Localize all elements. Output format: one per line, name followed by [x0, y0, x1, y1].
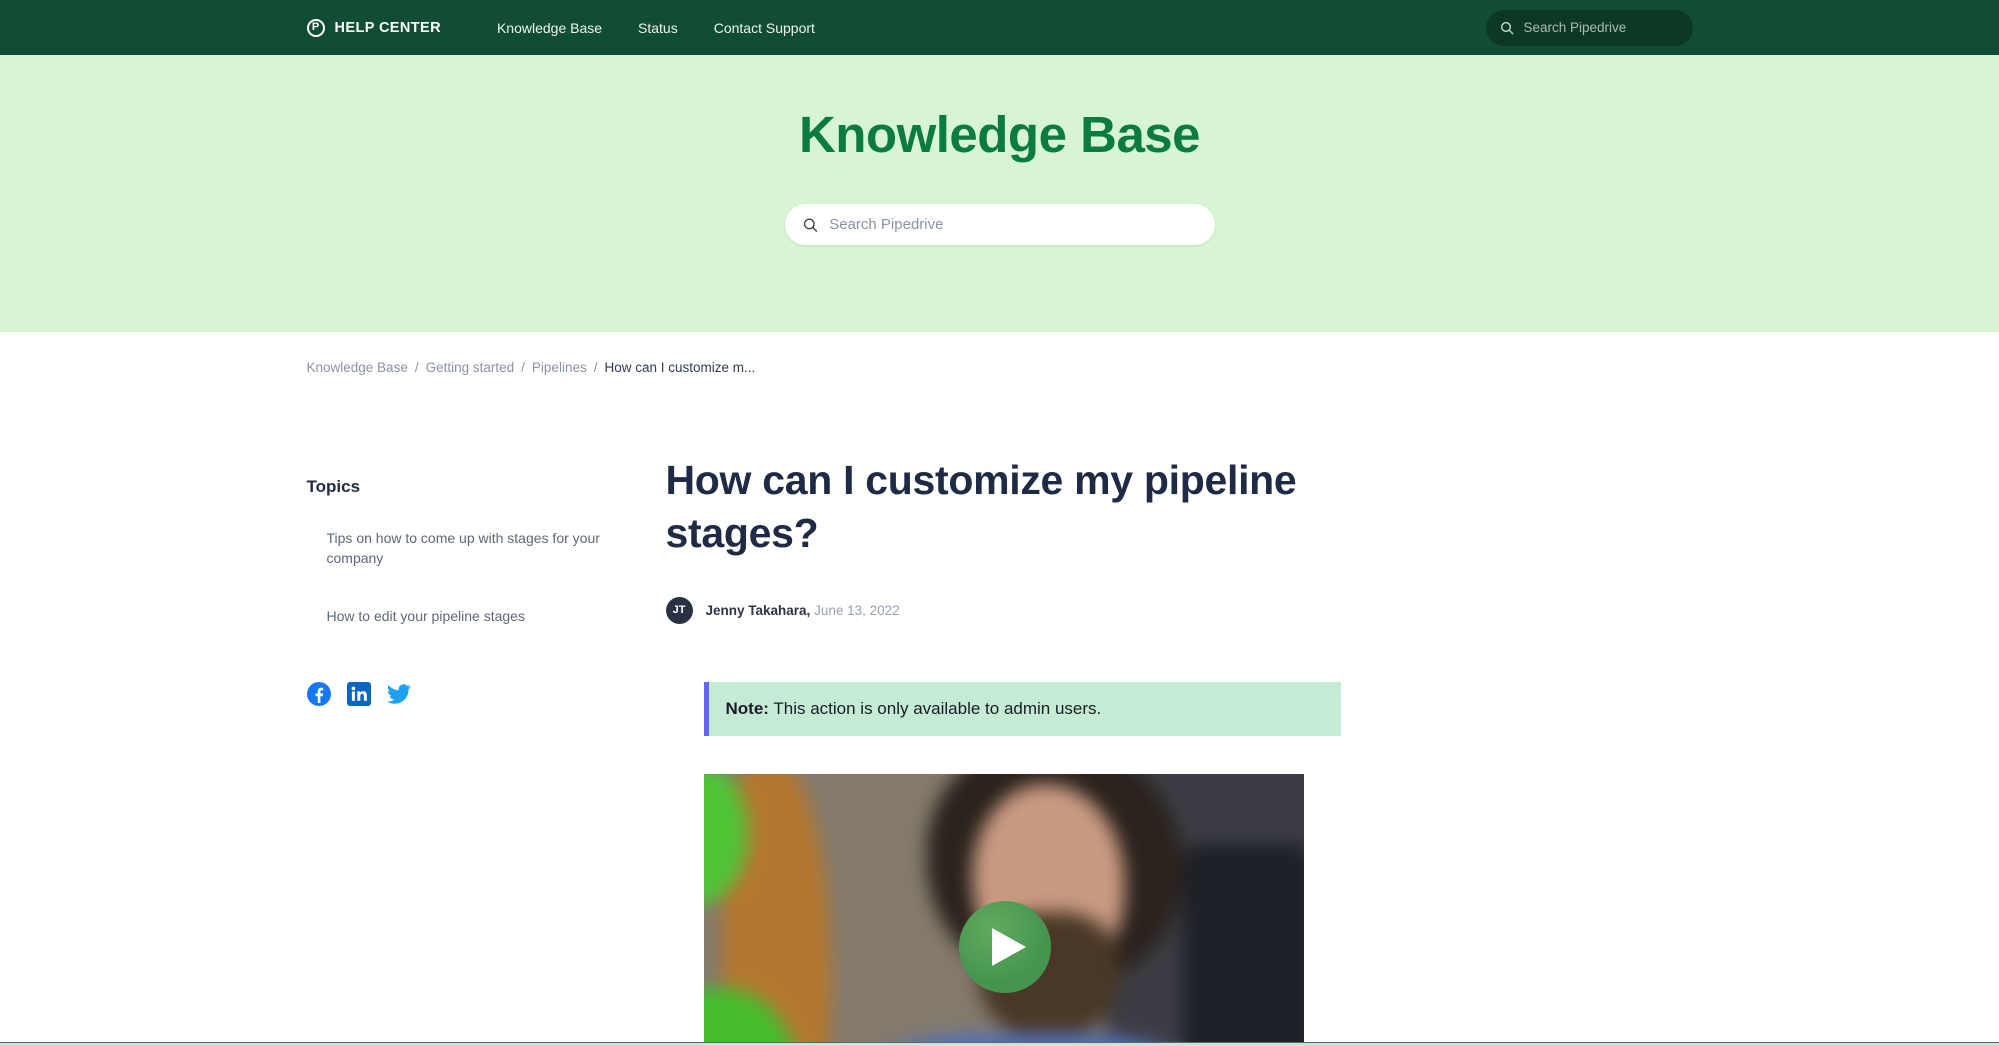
article-title: How can I customize my pipeline stages?	[666, 454, 1366, 561]
navbar-search[interactable]	[1486, 10, 1693, 46]
breadcrumb-getting-started[interactable]: Getting started	[426, 360, 515, 375]
help-center-brand[interactable]: P HELP CENTER	[307, 19, 441, 37]
hero-search-input[interactable]	[829, 216, 1198, 233]
logo-letter: P	[312, 22, 319, 33]
breadcrumb-pipelines[interactable]: Pipelines	[532, 360, 587, 375]
page-title: Knowledge Base	[0, 55, 1999, 164]
play-icon	[992, 928, 1026, 966]
breadcrumb-knowledge-base[interactable]: Knowledge Base	[307, 360, 408, 375]
nav-link-contact-support[interactable]: Contact Support	[714, 20, 815, 36]
note-text: This action is only available to admin u…	[773, 699, 1101, 718]
facebook-icon[interactable]	[307, 682, 331, 706]
topics-heading: Topics	[307, 477, 666, 497]
author-avatar: JT	[666, 597, 693, 624]
page-bottom-strip	[0, 1042, 1999, 1046]
breadcrumb-separator: /	[415, 360, 419, 375]
search-icon	[802, 216, 819, 234]
brand-label: HELP CENTER	[335, 20, 441, 36]
note-label: Note:	[726, 699, 769, 718]
search-icon	[1499, 20, 1515, 36]
topic-list: Tips on how to come up with stages for y…	[307, 528, 666, 626]
navbar-search-input[interactable]	[1524, 20, 1681, 35]
play-button[interactable]	[959, 901, 1051, 993]
note-callout: Note: This action is only available to a…	[704, 682, 1341, 736]
nav-link-knowledge-base[interactable]: Knowledge Base	[497, 20, 602, 36]
social-share-row	[307, 682, 666, 706]
breadcrumb: Knowledge Base / Getting started / Pipel…	[307, 360, 1693, 375]
nav-link-status[interactable]: Status	[638, 20, 678, 36]
breadcrumb-current-page: How can I customize m...	[604, 360, 755, 375]
video-thumbnail[interactable]	[704, 774, 1304, 1046]
hero-search[interactable]	[785, 204, 1215, 245]
linkedin-icon[interactable]	[347, 682, 371, 706]
twitter-icon[interactable]	[387, 682, 411, 706]
author-meta: JT Jenny Takahara, June 13, 2022	[666, 597, 1693, 624]
scene-office-chair	[1183, 844, 1304, 1046]
topics-sidebar: Topics Tips on how to come up with stage…	[307, 454, 666, 1046]
navbar-links: Knowledge Base Status Contact Support	[497, 20, 815, 36]
article-main: How can I customize my pipeline stages? …	[666, 454, 1693, 1046]
author-name: Jenny Takahara,	[706, 603, 811, 618]
breadcrumb-row: Knowledge Base / Getting started / Pipel…	[307, 332, 1693, 375]
article-layout: Topics Tips on how to come up with stage…	[307, 454, 1693, 1046]
hero-section: Knowledge Base	[0, 55, 1999, 332]
breadcrumb-separator: /	[521, 360, 525, 375]
article-date: June 13, 2022	[814, 603, 900, 618]
avatar-initials: JT	[673, 604, 686, 616]
top-navbar: P HELP CENTER Knowledge Base Status Cont…	[0, 0, 1999, 55]
topic-link-edit-pipeline-stages[interactable]: How to edit your pipeline stages	[327, 606, 612, 626]
breadcrumb-separator: /	[594, 360, 598, 375]
pipedrive-logo-icon: P	[307, 19, 325, 37]
topic-link-tips-on-stages[interactable]: Tips on how to come up with stages for y…	[327, 528, 612, 569]
